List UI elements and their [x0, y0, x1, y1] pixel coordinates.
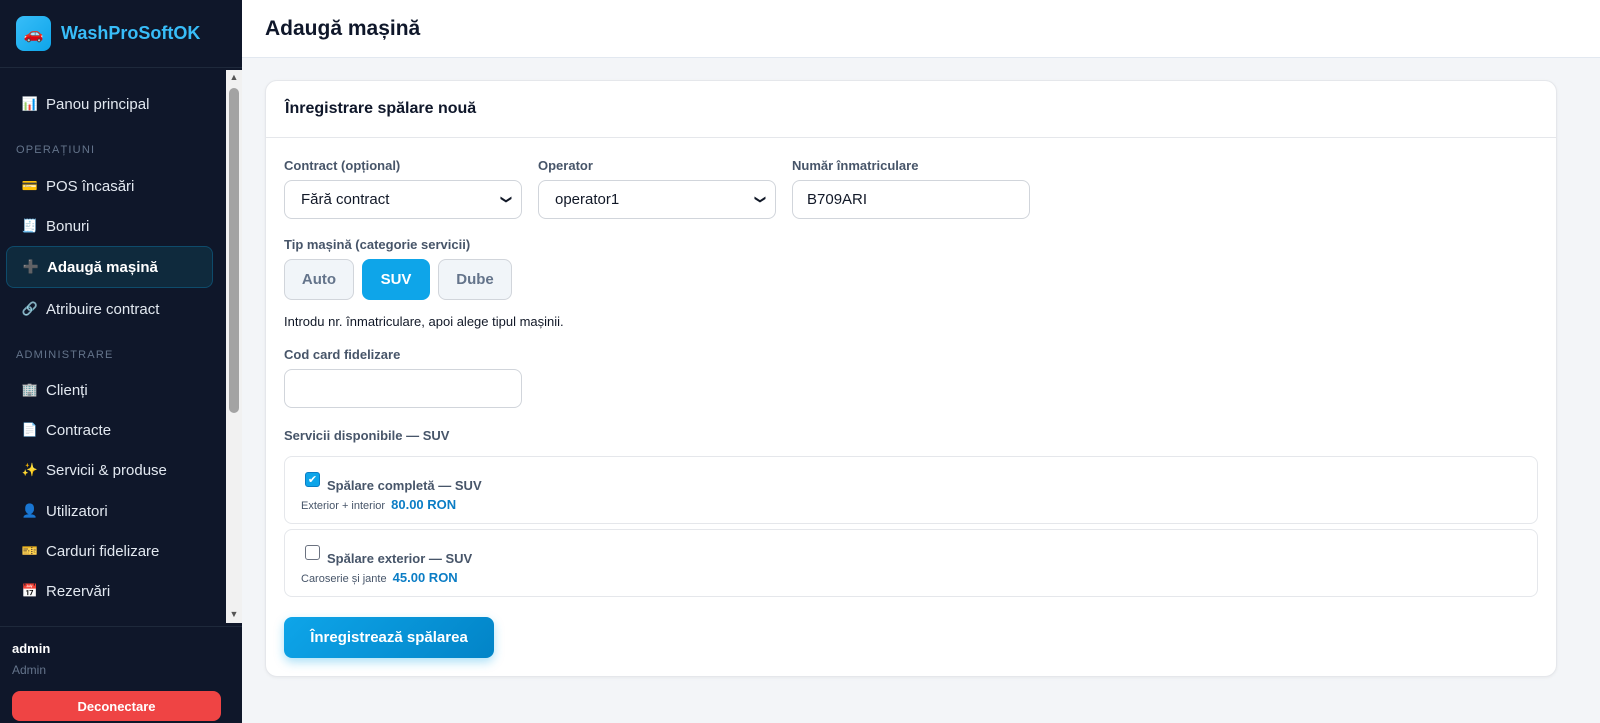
service-desc-text: Caroserie și jante	[301, 573, 387, 585]
sidebar-item-assign-contract[interactable]: 🔗 Atribuire contract	[6, 289, 213, 329]
services-label: Servicii disponibile — SUV	[284, 428, 450, 443]
sidebar-item-dashboard[interactable]: 📊 Panou principal	[6, 84, 213, 124]
sidebar-item-contracts[interactable]: 📄 Contracte	[6, 410, 213, 450]
chevron-down-icon: ❯	[753, 194, 766, 205]
operator-select[interactable]: operator1 ❯	[538, 180, 776, 219]
sidebar: 🚗 WashProSoftOK 📊 Panou principal OPERAȚ…	[0, 0, 242, 723]
user-panel: admin Admin Deconectare	[0, 626, 242, 723]
type-button-dube[interactable]: Dube	[438, 259, 512, 300]
sidebar-item-users[interactable]: 👤 Utilizatori	[6, 491, 213, 531]
car-icon: 🚗	[16, 16, 51, 51]
chevron-down-icon: ❯	[499, 194, 512, 205]
sidebar-item-add-car[interactable]: ➕ Adaugă mașină	[6, 246, 213, 288]
plus-icon: ➕	[22, 259, 40, 274]
sidebar-item-label: POS încasări	[46, 177, 135, 195]
contract-select[interactable]: Fără contract ❯	[284, 180, 522, 219]
type-button-auto[interactable]: Auto	[284, 259, 354, 300]
operator-select-value: operator1	[555, 191, 620, 208]
sidebar-item-receipts[interactable]: 🧾 Bonuri	[6, 206, 213, 246]
service-item[interactable]: Spălare exterior — SUV Caroserie și jant…	[284, 529, 1538, 597]
plate-label: Număr înmatriculare	[792, 158, 919, 173]
car-type-label: Tip mașină (categorie servicii)	[284, 237, 471, 252]
plate-input-value: B709ARI	[807, 191, 868, 208]
type-button-suv[interactable]: SUV	[362, 259, 430, 300]
sidebar-item-label: Servicii & produse	[46, 461, 167, 479]
ticket-icon: 🎫	[21, 543, 39, 558]
card-header: Înregistrare spălare nouă	[266, 81, 1556, 138]
service-checkbox-unchecked-icon[interactable]	[305, 545, 320, 560]
brand[interactable]: 🚗 WashProSoftOK	[0, 0, 242, 68]
service-description: Caroserie și jante 45.00 RON	[301, 570, 458, 585]
service-name: Spălare exterior — SUV	[327, 551, 473, 566]
service-description: Exterior + interior 80.00 RON	[301, 497, 456, 512]
sidebar-item-label: Carduri fidelizare	[46, 542, 160, 560]
chart-icon: 📊	[21, 96, 39, 111]
receipt-icon: 🧾	[21, 218, 39, 233]
operator-label: Operator	[538, 158, 593, 173]
loyalty-label: Cod card fidelizare	[284, 347, 401, 362]
card-icon: 💳	[21, 178, 39, 193]
service-item[interactable]: ✔ Spălare completă — SUV Exterior + inte…	[284, 456, 1538, 524]
brand-name: WashProSoftOK	[61, 23, 201, 43]
scroll-up-arrow-icon[interactable]: ▲	[226, 70, 242, 84]
sidebar-section-administration: ADMINISTRARE	[16, 349, 114, 361]
sidebar-item-label: Contracte	[46, 421, 112, 439]
hint-text: Introdu nr. înmatriculare, apoi alege ti…	[284, 314, 564, 329]
sidebar-item-loyalty-cards[interactable]: 🎫 Carduri fidelizare	[6, 531, 213, 571]
user-icon: 👤	[21, 503, 39, 518]
sidebar-item-pos[interactable]: 💳 POS încasări	[6, 166, 213, 206]
building-icon: 🏢	[21, 382, 39, 397]
sidebar-scrollbar[interactable]: ▲ ▼	[226, 70, 242, 623]
service-name: Spălare completă — SUV	[327, 478, 482, 493]
submit-wash-button[interactable]: Înregistrează spălarea	[284, 617, 494, 658]
card-title: Înregistrare spălare nouă	[285, 100, 477, 117]
sidebar-item-label: Adaugă mașină	[47, 258, 158, 276]
sidebar-item-label: Utilizatori	[46, 502, 108, 520]
page-title: Adaugă mașină	[265, 16, 421, 40]
user-name: admin	[12, 641, 51, 656]
sidebar-item-label: Clienți	[46, 381, 88, 399]
sidebar-item-reservations[interactable]: 📅 Rezervări	[6, 571, 213, 611]
contract-label: Contract (opțional)	[284, 158, 401, 173]
sidebar-section-operations: OPERAȚIUNI	[16, 144, 96, 156]
sidebar-item-label: Bonuri	[46, 217, 90, 235]
logout-button[interactable]: Deconectare	[12, 691, 221, 721]
sidebar-item-clients[interactable]: 🏢 Clienți	[6, 370, 213, 410]
contract-select-value: Fără contract	[301, 191, 390, 208]
calendar-icon: 📅	[21, 583, 39, 598]
sidebar-item-label: Atribuire contract	[46, 300, 160, 318]
sidebar-item-label: Rezervări	[46, 582, 111, 600]
sidebar-nav: 📊 Panou principal OPERAȚIUNI 💳 POS încas…	[0, 70, 226, 623]
scrollbar-thumb[interactable]	[229, 88, 239, 413]
service-desc-text: Exterior + interior	[301, 500, 386, 512]
link-icon: 🔗	[21, 301, 39, 316]
loyalty-card-input[interactable]	[284, 369, 522, 408]
sidebar-item-services[interactable]: ✨ Servicii & produse	[6, 450, 213, 490]
sparkles-icon: ✨	[21, 462, 39, 477]
topbar: Adaugă mașină	[242, 0, 1600, 58]
scroll-down-arrow-icon[interactable]: ▼	[226, 607, 242, 621]
sidebar-item-label: Panou principal	[46, 95, 150, 113]
plate-input[interactable]: B709ARI	[792, 180, 1030, 219]
document-icon: 📄	[21, 422, 39, 437]
service-price: 80.00 RON	[391, 497, 457, 512]
user-role: Admin	[12, 663, 47, 677]
service-price: 45.00 RON	[392, 570, 458, 585]
service-checkbox-checked-icon[interactable]: ✔	[305, 472, 320, 487]
